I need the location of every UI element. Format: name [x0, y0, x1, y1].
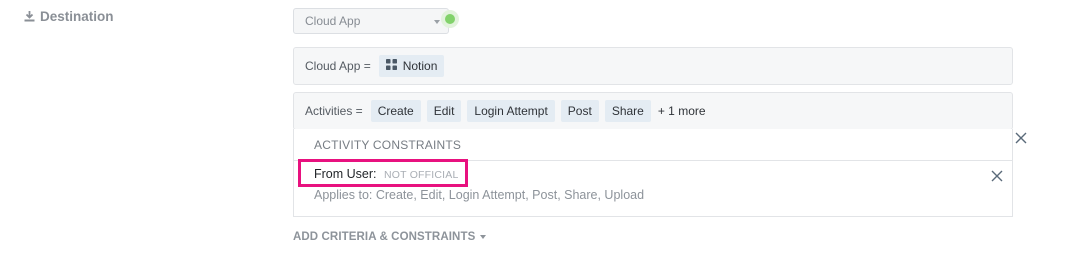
remove-constraint-icon[interactable] — [990, 169, 1004, 183]
activity-constraints-header: ACTIVITY CONSTRAINTS — [294, 129, 1012, 161]
activities-criteria-row[interactable]: Activities = Create Edit Login Attempt P… — [293, 92, 1013, 130]
chevron-down-icon — [480, 235, 487, 239]
constraint-value-badge[interactable]: NOT OFFICIAL — [384, 169, 459, 181]
cloud-app-chip[interactable]: Notion — [378, 55, 445, 77]
activity-chip[interactable]: Login Attempt — [467, 100, 555, 122]
cloud-app-key: Cloud App = — [305, 59, 371, 73]
destination-label-text: Destination — [40, 9, 114, 24]
destination-type-select[interactable]: Cloud App — [293, 8, 449, 34]
add-criteria-label: ADD CRITERIA & CONSTRAINTS — [293, 231, 476, 243]
activity-chip[interactable]: Post — [560, 100, 599, 122]
status-indicator — [445, 14, 455, 24]
more-activities-link[interactable]: + 1 more — [658, 104, 706, 118]
chevron-down-icon — [434, 20, 440, 24]
download-icon — [24, 11, 35, 22]
constraint-from-user-label: From User: — [314, 167, 377, 181]
activity-chip[interactable]: Share — [604, 100, 651, 122]
activity-chip[interactable]: Edit — [426, 100, 462, 122]
activities-key: Activities = — [305, 104, 363, 118]
cloud-app-criteria-row[interactable]: Cloud App = Notion — [293, 47, 1013, 85]
close-icon[interactable] — [1014, 131, 1028, 145]
cloud-app-chip-label: Notion — [402, 59, 438, 73]
notion-grid-icon — [385, 59, 397, 73]
activity-chip[interactable]: Create — [370, 100, 421, 122]
add-criteria-button[interactable]: ADD CRITERIA & CONSTRAINTS — [293, 231, 487, 243]
constraint-applies-to: Applies to: Create, Edit, Login Attempt,… — [314, 188, 645, 202]
destination-section-label: Destination — [24, 9, 114, 24]
destination-type-value: Cloud App — [305, 14, 361, 28]
